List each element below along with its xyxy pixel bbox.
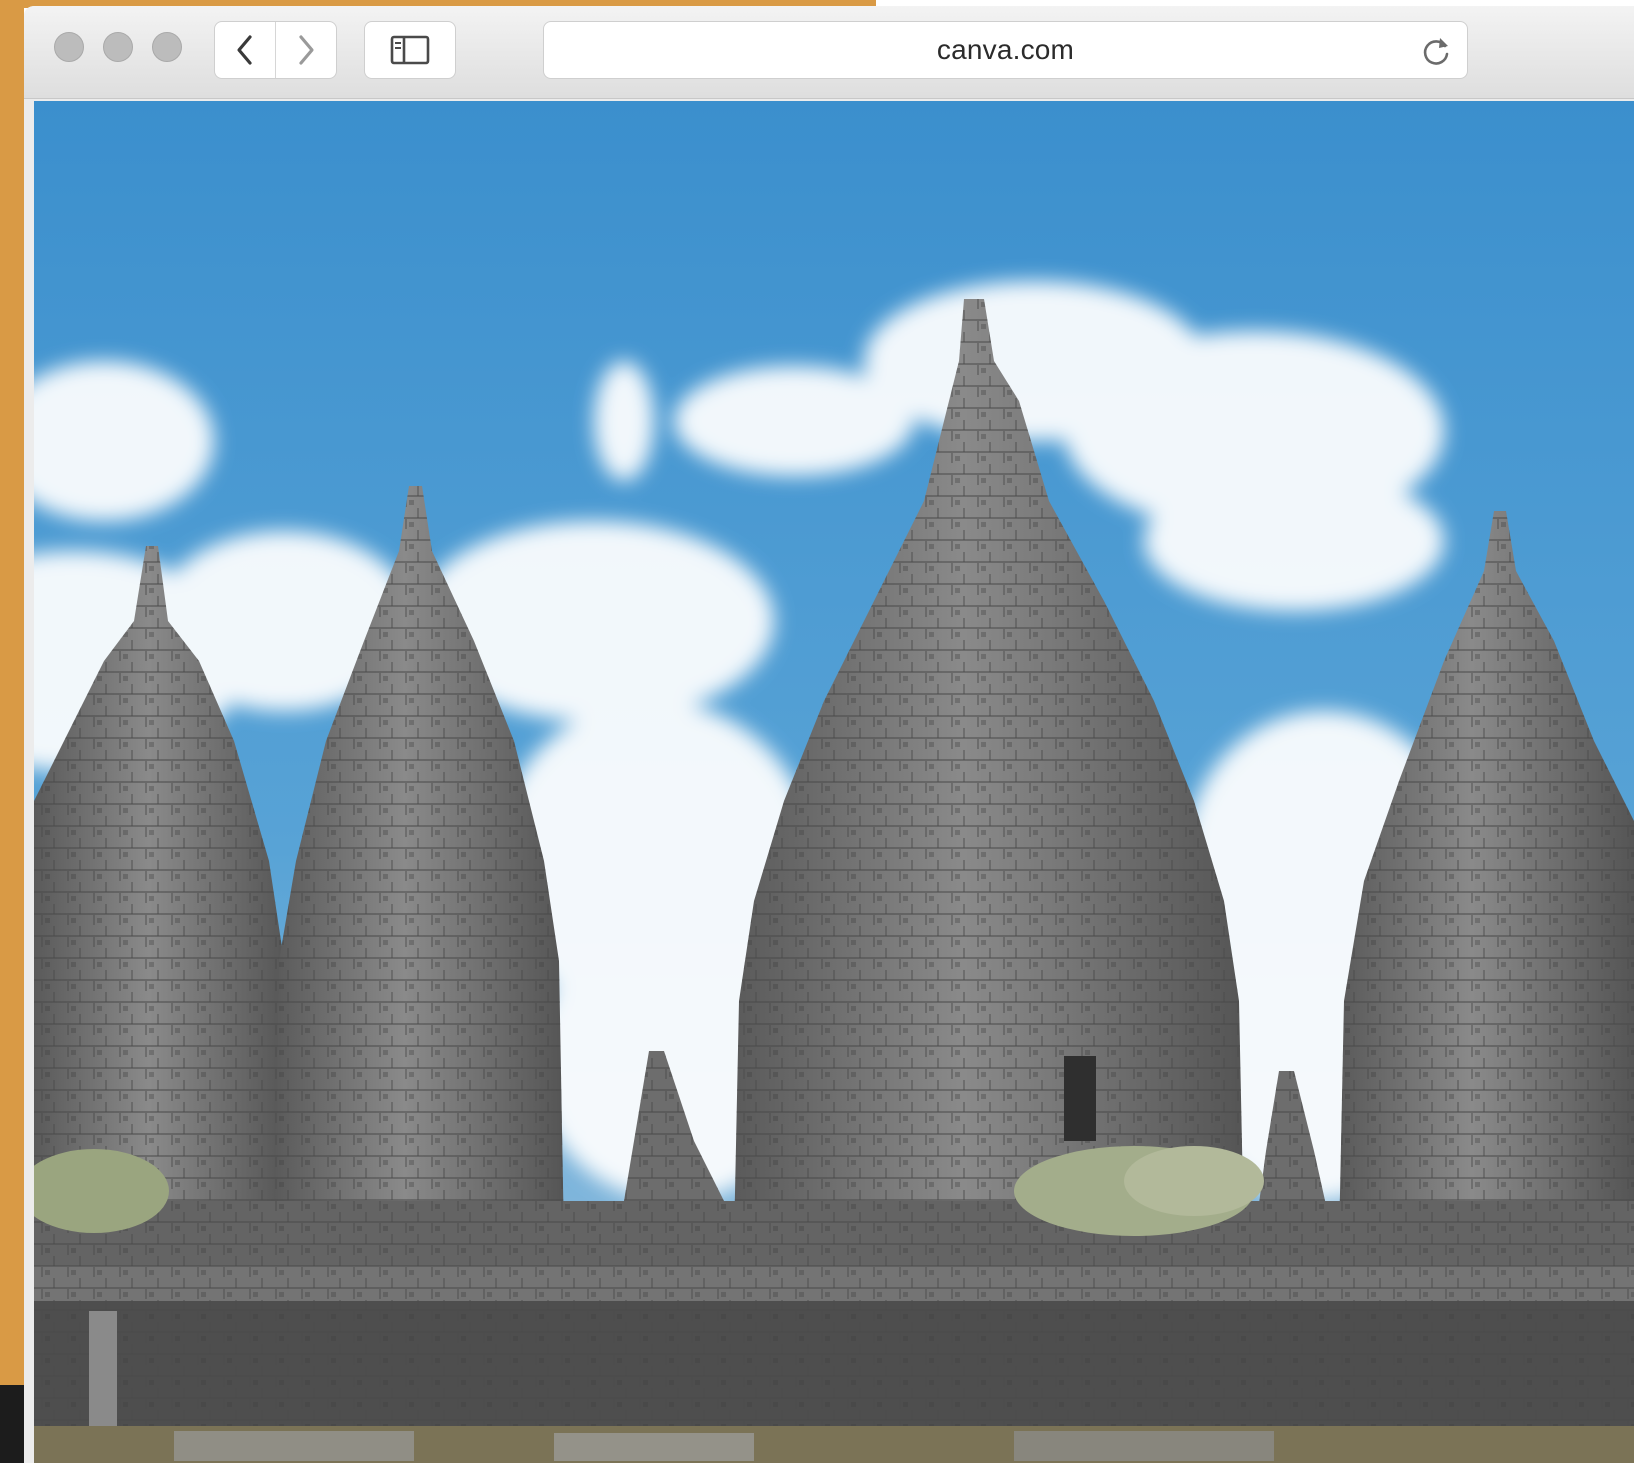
temple-base-wall: [34, 1201, 1634, 1306]
back-button[interactable]: [215, 22, 275, 78]
temple-photo: [34, 101, 1634, 1463]
sidebar-toggle-button[interactable]: [364, 21, 456, 79]
address-bar[interactable]: canva.com: [543, 21, 1468, 79]
web-page-content: [34, 101, 1634, 1463]
backdrop-dark-corner: [0, 1385, 24, 1463]
rubble-foreground: [34, 1301, 1634, 1463]
navigation-buttons: [214, 21, 337, 79]
backdrop-left: [0, 0, 24, 1385]
browser-window: canva.com: [24, 6, 1634, 1463]
sidebar-icon: [390, 35, 430, 65]
chevron-left-icon: [237, 35, 252, 65]
close-window-button[interactable]: [54, 32, 84, 62]
chevron-right-icon: [299, 35, 314, 65]
forward-button[interactable]: [275, 22, 336, 78]
minimize-window-button[interactable]: [103, 32, 133, 62]
reload-icon[interactable]: [1419, 34, 1453, 68]
screen: canva.com: [0, 0, 1634, 1463]
browser-toolbar: canva.com: [24, 6, 1634, 99]
url-text: canva.com: [936, 34, 1075, 65]
maximize-window-button[interactable]: [152, 32, 182, 62]
